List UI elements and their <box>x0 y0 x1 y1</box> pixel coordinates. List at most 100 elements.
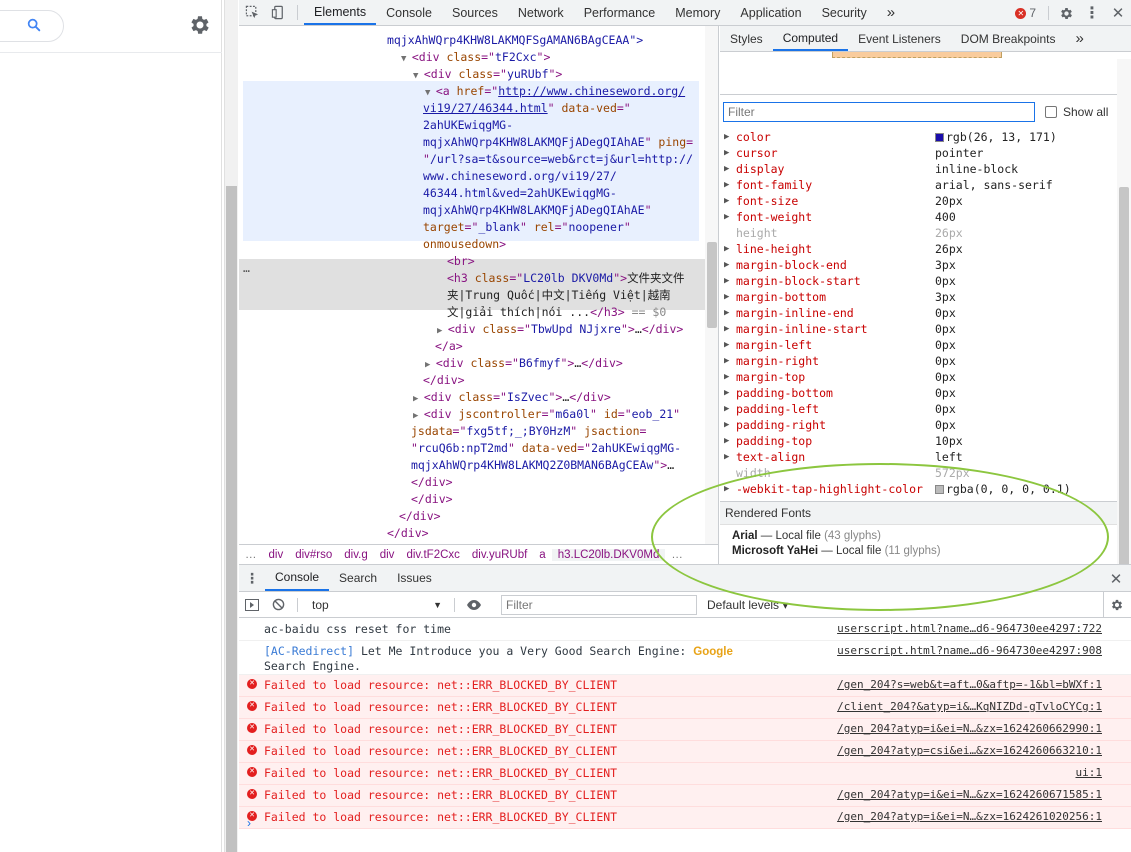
computed-property-row[interactable]: ▶ color rgb(26, 13, 171) <box>724 129 1116 145</box>
expand-triangle-icon[interactable]: ▶ <box>724 433 729 449</box>
expand-triangle-icon[interactable]: ▶ <box>724 353 729 369</box>
error-source-link[interactable]: ui:1 <box>1076 766 1103 780</box>
side-panel-scrollbar-thumb[interactable] <box>1119 187 1129 567</box>
computed-property-row[interactable]: ▶ font-family arial, sans-serif <box>724 177 1116 193</box>
log-source-link[interactable]: userscript.html?name…d6-964730ee4297:908 <box>837 644 1102 658</box>
breadcrumb-item[interactable]: div <box>263 549 290 561</box>
expand-triangle-icon[interactable]: ▶ <box>724 177 729 193</box>
dom-node-line[interactable]: </div> <box>387 525 429 542</box>
elements-scrollbar-thumb[interactable] <box>707 242 717 328</box>
search-icon[interactable] <box>26 17 42 33</box>
computed-property-row[interactable]: width 572px <box>724 465 1116 481</box>
expand-triangle-icon[interactable]: ▶ <box>724 305 729 321</box>
drawer-close-icon[interactable]: ✕ <box>1103 565 1129 592</box>
breadcrumb-item[interactable]: a <box>533 549 551 561</box>
expand-triangle-icon[interactable]: ▶ <box>724 369 729 385</box>
breadcrumb-item[interactable]: div.g <box>338 549 373 561</box>
console-settings-gear-icon[interactable] <box>1103 592 1129 618</box>
collapsed-triangle-icon[interactable]: ▶ <box>413 394 424 404</box>
expand-triangle-icon[interactable]: ▶ <box>724 289 729 305</box>
computed-property-row[interactable]: ▶ margin-block-start 0px <box>724 273 1116 289</box>
gear-icon[interactable] <box>188 13 212 37</box>
computed-property-row[interactable]: ▶ margin-top 0px <box>724 369 1116 385</box>
tab-console[interactable]: Console <box>376 0 442 25</box>
error-count-badge[interactable]: ✕ 7 <box>1015 6 1036 20</box>
dom-node-line[interactable]: "rcuQ6b:npT2md" data-ved="2ahUKEwiqgMG- <box>411 440 681 457</box>
show-all-checkbox[interactable]: Show all <box>1045 105 1108 119</box>
error-source-link[interactable]: /client_204?&atyp=i&…KqNIZDd-gTvloCYCg:1 <box>837 700 1102 714</box>
expand-triangle-icon[interactable]: ▶ <box>724 161 729 177</box>
computed-property-row[interactable]: ▶ font-size 20px <box>724 193 1116 209</box>
context-select[interactable]: top ▼ <box>312 598 442 612</box>
more-side-tabs-button[interactable]: » <box>1065 26 1093 51</box>
expand-triangle-icon[interactable]: ▶ <box>724 385 729 401</box>
dom-node-line[interactable]: mqjxAhWQrp4KHW8LAKMQ2Z0BMAN6BAgCEAw">… <box>411 457 674 474</box>
dom-node-line[interactable]: mqjxAhWQrp4KHW8LAKMQFjADegQIAhAE" ping= <box>423 134 693 151</box>
side-panel-scrollbar[interactable] <box>1117 59 1131 567</box>
tab-security[interactable]: Security <box>812 0 877 25</box>
dom-node-line[interactable]: mqjxAhWQrp4KHW8LAKMQFSgAMAN6BAgCEAA"> <box>387 32 643 49</box>
expand-triangle-icon[interactable]: ▶ <box>724 481 729 497</box>
settings-gear-icon[interactable] <box>1053 6 1079 21</box>
expand-triangle-icon[interactable]: ▶ <box>724 449 729 465</box>
computed-property-row[interactable]: ▶ padding-bottom 0px <box>724 385 1116 401</box>
tab-styles[interactable]: Styles <box>720 26 773 51</box>
expand-triangle-icon[interactable]: ▶ <box>724 273 729 289</box>
expand-triangle-icon[interactable]: ▶ <box>724 129 729 145</box>
kebab-menu-icon[interactable]: ⋮ <box>1079 3 1105 23</box>
dom-node-line[interactable]: </a> <box>435 338 463 355</box>
tab-performance[interactable]: Performance <box>574 0 666 25</box>
dom-node-line[interactable]: 46344.html&ved=2ahUKEwiqgMG- <box>423 185 617 202</box>
computed-property-row[interactable]: ▶ padding-right 0px <box>724 417 1116 433</box>
tab-computed[interactable]: Computed <box>772 26 849 51</box>
error-source-link[interactable]: /gen_204?atyp=i&ei=N…&zx=1624260671585:1 <box>837 788 1102 802</box>
eye-icon[interactable] <box>461 599 487 611</box>
dom-node-line[interactable]: ▶ <div class="TbwUpd NJjxre">…</div> <box>437 321 683 340</box>
expand-triangle-icon[interactable]: ▶ <box>724 241 729 257</box>
drawer-tab-issues[interactable]: Issues <box>387 565 442 591</box>
console-filter-input[interactable]: Filter <box>501 594 697 615</box>
error-source-link[interactable]: /gen_204?atyp=i&ei=N…&zx=1624260662990:1 <box>837 722 1102 736</box>
collapsed-triangle-icon[interactable]: ▶ <box>437 326 448 336</box>
error-source-link[interactable]: /gen_204?s=web&t=aft…0&aftp=-1&bl=bWXf:1 <box>837 678 1102 692</box>
sidebar-toggle-icon[interactable] <box>239 598 265 611</box>
dom-node-line[interactable]: </div> <box>411 474 453 491</box>
console-prompt[interactable]: › <box>247 816 251 830</box>
page-scrollbar[interactable] <box>224 0 238 852</box>
collapsed-triangle-icon[interactable]: ▶ <box>413 411 424 421</box>
expand-triangle-icon[interactable]: ▶ <box>724 145 729 161</box>
breadcrumb-item[interactable]: div.yuRUbf <box>466 549 533 561</box>
expand-triangle-icon[interactable]: ▶ <box>724 257 729 273</box>
tab-application[interactable]: Application <box>730 0 811 25</box>
computed-property-row[interactable]: ▶ line-height 26px <box>724 241 1116 257</box>
collapsed-triangle-icon[interactable]: ▶ <box>425 360 436 370</box>
computed-property-row[interactable]: ▶ margin-block-end 3px <box>724 257 1116 273</box>
checkbox-icon[interactable] <box>1045 106 1057 118</box>
dom-node-line[interactable]: </div> <box>423 372 465 389</box>
href-link[interactable]: http://www.chineseword.org/ <box>498 84 685 98</box>
href-link[interactable]: vi19/27/46344.html <box>423 101 548 115</box>
inspect-icon[interactable] <box>239 0 265 25</box>
breadcrumb-item[interactable]: div#rso <box>289 549 338 561</box>
drawer-tab-search[interactable]: Search <box>329 565 387 591</box>
color-swatch[interactable] <box>935 133 944 142</box>
expand-triangle-icon[interactable]: ▶ <box>724 417 729 433</box>
dom-node-line-selected[interactable]: <h3 class="LC20lb DKV0Md">文件夹文件 <box>447 270 685 287</box>
log-source-link[interactable]: userscript.html?name…d6-964730ee4297:722 <box>837 622 1102 636</box>
error-source-link[interactable]: /gen_204?atyp=csi&ei…&zx=1624260663210:1 <box>837 744 1102 758</box>
error-source-link[interactable]: /gen_204?atyp=i&ei=N…&zx=1624261020256:1 <box>837 810 1102 824</box>
breadcrumb-item-selected[interactable]: h3.LC20lb.DKV0Md <box>551 548 666 561</box>
tab-elements[interactable]: Elements <box>304 0 377 25</box>
dom-node-line-selected[interactable]: 文|giải thích|nói ...</h3> == $0 <box>447 304 666 321</box>
dom-node-line-selected[interactable]: 夹|Trung Quốc|中文|Tiếng Việt|越南 <box>447 287 671 304</box>
breadcrumb-item[interactable]: … <box>239 549 263 561</box>
tab-sources[interactable]: Sources <box>442 0 508 25</box>
dom-node-line[interactable]: <br> <box>447 253 475 270</box>
color-swatch[interactable] <box>935 485 944 494</box>
log-levels-dropdown[interactable]: Default levels ▾ <box>707 598 788 612</box>
computed-filter-input[interactable]: Filter <box>723 102 1035 122</box>
expand-triangle-icon[interactable]: ▼ <box>401 54 412 64</box>
page-scrollbar-thumb[interactable] <box>226 186 237 852</box>
expand-triangle-icon[interactable]: ▼ <box>425 88 436 98</box>
expand-triangle-icon[interactable]: ▶ <box>724 321 729 337</box>
